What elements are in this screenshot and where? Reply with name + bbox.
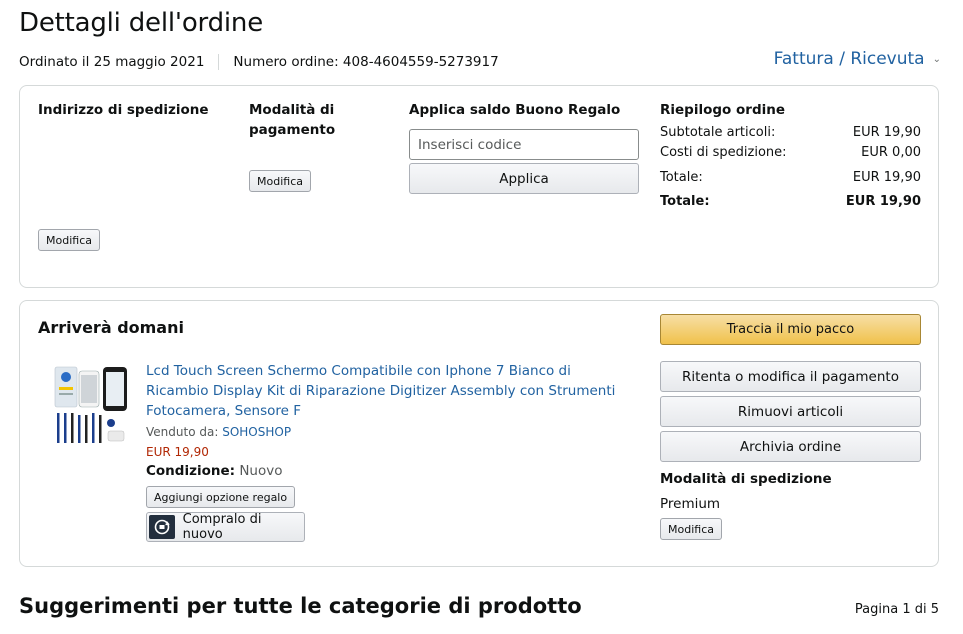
suggestions-pager: Pagina 1 di 5 xyxy=(854,602,939,617)
buy-again-icon xyxy=(149,515,175,539)
summary-value: EUR 19,90 xyxy=(852,170,921,185)
buy-again-button[interactable]: Compralo di nuovo xyxy=(146,512,305,542)
invoice-link-label[interactable]: Fattura / Ricevuta xyxy=(774,49,925,69)
arrival-status: Arriverà domani xyxy=(38,318,184,337)
product-title-link[interactable]: Lcd Touch Screen Schermo Compatibile con… xyxy=(146,361,626,421)
page-title: Dettagli dell'ordine xyxy=(19,8,263,38)
buy-again-label: Compralo di nuovo xyxy=(182,512,262,542)
seller-link[interactable]: SOHOSHOP xyxy=(222,425,291,439)
apply-gift-button[interactable]: Applica xyxy=(409,163,639,194)
summary-label: Totale: xyxy=(660,170,703,185)
gift-card-title: Applica saldo Buono Regalo xyxy=(409,102,621,118)
suggestions-title: Suggerimenti per tutte le categorie di p… xyxy=(19,594,582,618)
modify-address-button[interactable]: Modifica xyxy=(38,229,100,251)
summary-label: Totale: xyxy=(660,194,710,209)
condition-label: Condizione: xyxy=(146,463,236,479)
shipment-box: Arriverà domani Lcd Touch Screen Schermo… xyxy=(19,300,939,567)
gift-code-input[interactable] xyxy=(409,129,639,160)
add-gift-option-button[interactable]: Aggiungi opzione regalo xyxy=(146,486,296,508)
summary-row-shipping: Costi di spedizione: EUR 0,00 xyxy=(660,145,921,160)
shipping-method-value: Premium xyxy=(660,496,721,512)
order-number: Numero ordine: 408-4604559-5273917 xyxy=(233,54,499,70)
order-date: Ordinato il 25 maggio 2021 xyxy=(19,54,205,70)
product-condition: Condizione: Nuovo xyxy=(146,463,282,479)
shipping-method-title: Modalità di spedizione xyxy=(660,471,832,487)
order-summary-box: Indirizzo di spedizione Modifica Modalit… xyxy=(19,85,939,288)
modify-payment-button[interactable]: Modifica xyxy=(249,170,311,192)
remove-items-button[interactable]: Rimuovi articoli xyxy=(660,396,921,427)
product-price: EUR 19,90 xyxy=(146,445,209,459)
archive-order-button[interactable]: Archivia ordine xyxy=(660,431,921,462)
sold-by: Venduto da: SOHOSHOP xyxy=(146,425,291,439)
summary-value: EUR 19,90 xyxy=(845,194,921,209)
payment-method-title: Modalità di pagamento xyxy=(249,102,336,138)
meta-divider xyxy=(218,54,220,70)
summary-value: EUR 19,90 xyxy=(852,125,921,140)
summary-row-subtotal: Subtotale articoli: EUR 19,90 xyxy=(660,125,921,140)
summary-label: Costi di spedizione: xyxy=(660,145,787,160)
shipping-address-title: Indirizzo di spedizione xyxy=(38,102,209,118)
track-package-button[interactable]: Traccia il mio pacco xyxy=(660,314,921,345)
order-meta: Ordinato il 25 maggio 2021 Numero ordine… xyxy=(19,54,499,70)
summary-row-grand-total: Totale: EUR 19,90 xyxy=(660,194,921,209)
modify-shipping-method-button[interactable]: Modifica xyxy=(660,518,722,540)
order-summary-title: Riepilogo ordine xyxy=(660,102,786,118)
summary-label: Subtotale articoli: xyxy=(660,125,776,140)
chevron-down-icon: ⌄ xyxy=(932,53,941,65)
summary-row-total: Totale: EUR 19,90 xyxy=(660,170,921,185)
summary-value: EUR 0,00 xyxy=(861,145,921,160)
invoice-dropdown[interactable]: Fattura / Ricevuta ⌄ xyxy=(774,49,941,69)
sold-by-label: Venduto da: xyxy=(146,425,219,439)
retry-payment-button[interactable]: Ritenta o modifica il pagamento xyxy=(660,361,921,392)
condition-value: Nuovo xyxy=(239,463,283,479)
product-image[interactable] xyxy=(53,363,131,447)
